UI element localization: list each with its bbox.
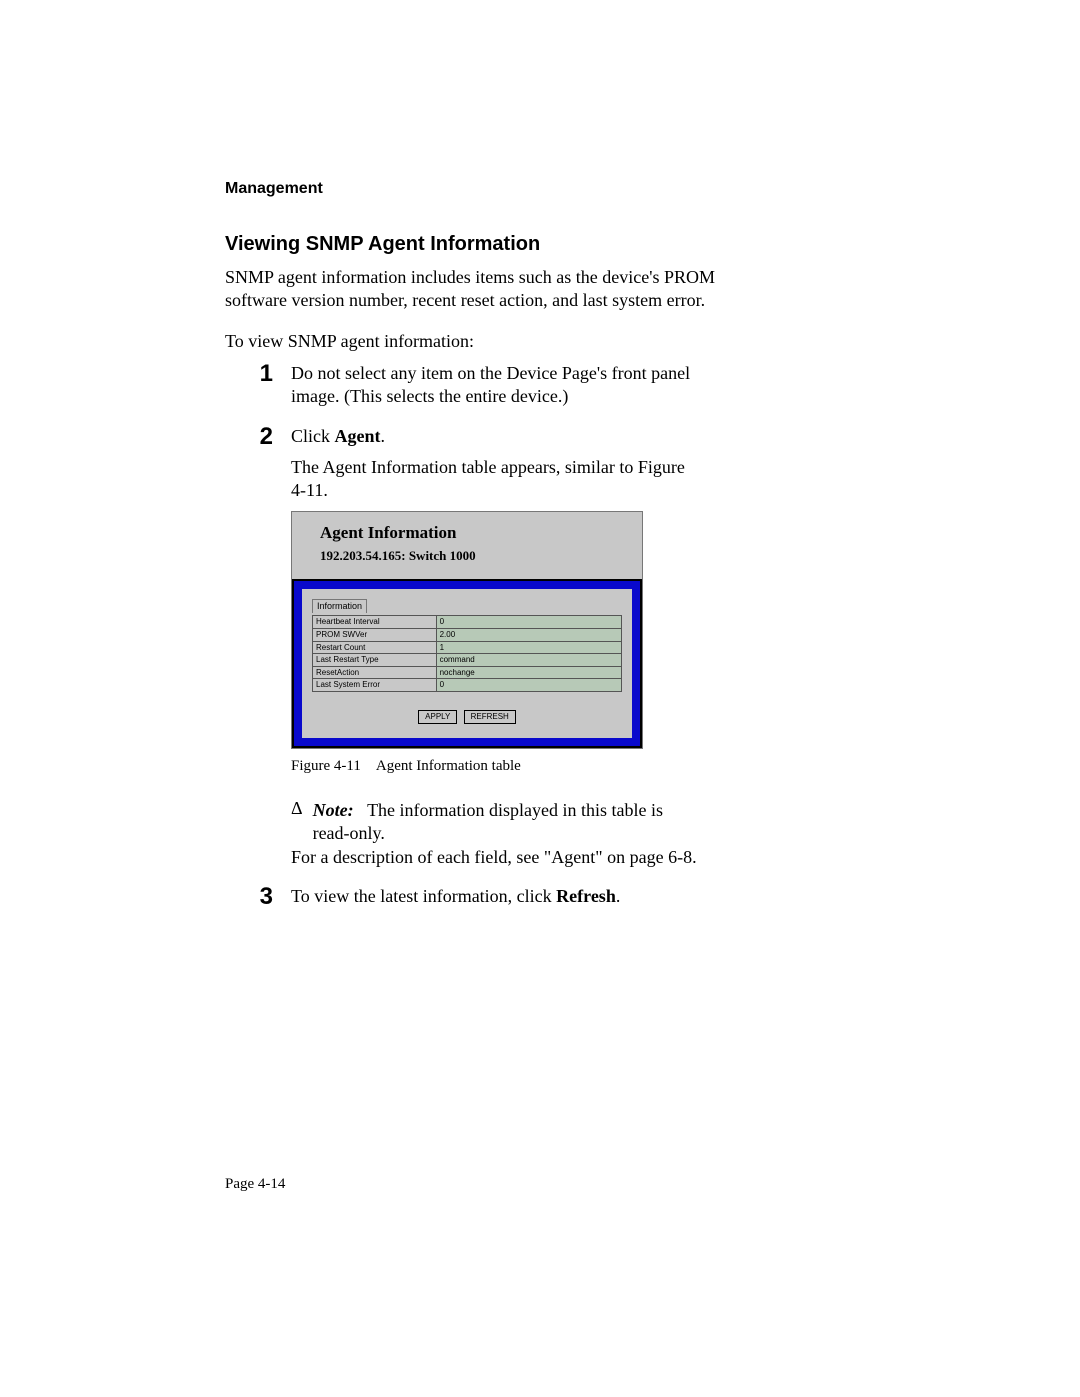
table-cell-label: ResetAction bbox=[313, 666, 437, 679]
lead-line: To view SNMP agent information: bbox=[225, 331, 900, 352]
table-cell-label: Last Restart Type bbox=[313, 654, 437, 667]
step-number: 1 bbox=[255, 362, 273, 386]
table-cell-label: Last System Error bbox=[313, 679, 437, 692]
note-icon: Δ bbox=[291, 799, 303, 846]
step-2-line1: Click Agent. bbox=[291, 425, 701, 448]
step-2-line2: The Agent Information table appears, sim… bbox=[291, 456, 701, 503]
step-3-suffix: . bbox=[616, 886, 621, 906]
section-title: Viewing SNMP Agent Information bbox=[225, 233, 900, 256]
figure-caption: Figure 4-11 Agent Information table bbox=[291, 757, 701, 777]
chapter-label: Management bbox=[225, 180, 900, 198]
table-cell-value: nochange bbox=[436, 666, 621, 679]
figure-caption-text: Agent Information table bbox=[376, 758, 521, 774]
note-label: Note: bbox=[313, 800, 354, 820]
table-row: Last System Error0 bbox=[313, 679, 622, 692]
reference-line: For a description of each field, see "Ag… bbox=[291, 846, 701, 869]
note-block: Δ Note: The information displayed in thi… bbox=[291, 799, 701, 846]
step-1: 1 Do not select any item on the Device P… bbox=[255, 362, 900, 417]
figure-caption-label: Figure 4-11 bbox=[291, 758, 361, 774]
step-3: 3 To view the latest information, click … bbox=[255, 885, 900, 916]
intro-paragraph: SNMP agent information includes items su… bbox=[225, 266, 725, 313]
agent-info-table: Heartbeat Interval0PROM SWVer2.00Restart… bbox=[312, 615, 622, 692]
step-2-prefix: Click bbox=[291, 426, 335, 446]
table-row: Last Restart Typecommand bbox=[313, 654, 622, 667]
table-row: Heartbeat Interval0 bbox=[313, 616, 622, 629]
table-cell-value: 1 bbox=[436, 641, 621, 654]
table-cell-value: 2.00 bbox=[436, 629, 621, 642]
table-cell-label: PROM SWVer bbox=[313, 629, 437, 642]
table-cell-value: 0 bbox=[436, 679, 621, 692]
refresh-button[interactable]: REFRESH bbox=[464, 710, 516, 724]
figure-panel: Information Heartbeat Interval0PROM SWVe… bbox=[292, 579, 642, 749]
table-row: Restart Count1 bbox=[313, 641, 622, 654]
page-number: Page 4-14 bbox=[225, 1176, 900, 1193]
figure-subtitle: 192.203.54.165: Switch 1000 bbox=[320, 548, 614, 565]
refresh-label: Refresh bbox=[556, 886, 616, 906]
note-text: The information displayed in this table … bbox=[313, 800, 663, 843]
table-cell-label: Restart Count bbox=[313, 641, 437, 654]
table-cell-label: Heartbeat Interval bbox=[313, 616, 437, 629]
table-row: ResetActionnochange bbox=[313, 666, 622, 679]
apply-button[interactable]: APPLY bbox=[418, 710, 457, 724]
step-2-suffix: . bbox=[381, 426, 386, 446]
agent-info-figure: Agent Information 192.203.54.165: Switch… bbox=[291, 511, 643, 750]
step-1-text: Do not select any item on the Device Pag… bbox=[291, 362, 701, 409]
table-cell-value: 0 bbox=[436, 616, 621, 629]
step-3-prefix: To view the latest information, click bbox=[291, 886, 556, 906]
table-cell-value: command bbox=[436, 654, 621, 667]
step-3-text: To view the latest information, click Re… bbox=[291, 885, 701, 908]
step-2: 2 Click Agent. The Agent Information tab… bbox=[255, 425, 900, 877]
info-tab-label: Information bbox=[312, 599, 367, 614]
agent-label: Agent bbox=[335, 426, 381, 446]
table-row: PROM SWVer2.00 bbox=[313, 629, 622, 642]
step-number: 2 bbox=[255, 425, 273, 449]
step-number: 3 bbox=[255, 885, 273, 909]
figure-title: Agent Information bbox=[320, 522, 614, 544]
